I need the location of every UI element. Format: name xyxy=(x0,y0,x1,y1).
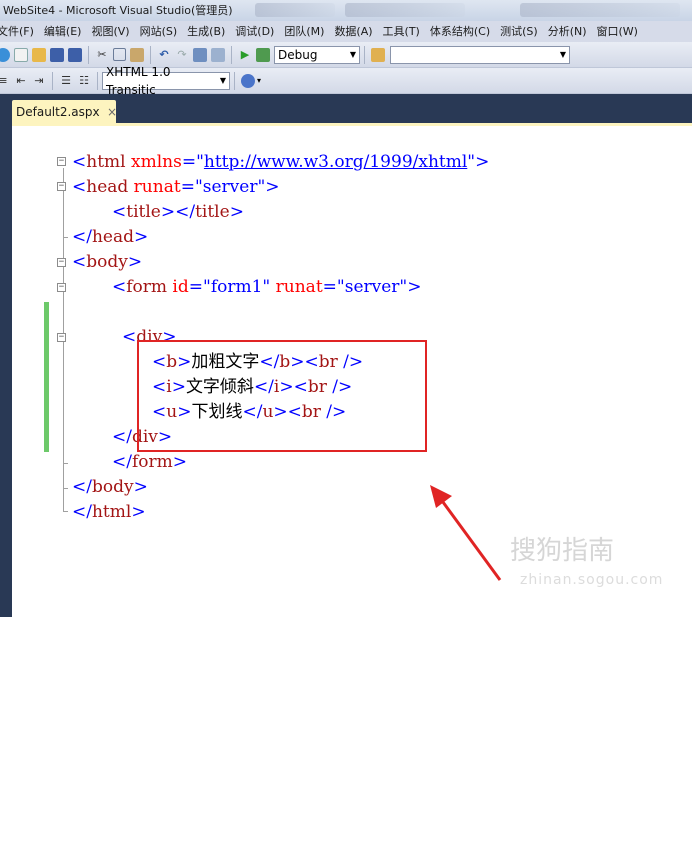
code-line-6: <form id="form1" runat="server"> xyxy=(112,277,422,297)
collapse-head-icon[interactable]: − xyxy=(57,182,66,191)
collapse-html-icon[interactable]: − xyxy=(57,157,66,166)
code-line-4: </head> xyxy=(72,227,149,247)
chevron-down-icon: ▼ xyxy=(349,49,356,59)
menu-architecture[interactable]: 体系结构(C) xyxy=(425,21,495,42)
code-line-12: </form> xyxy=(112,452,188,472)
copy-icon[interactable] xyxy=(113,48,126,61)
check-accessibility-icon[interactable] xyxy=(241,73,255,88)
annotation-highlight-box xyxy=(137,340,427,452)
chevron-down-icon: ▼ xyxy=(559,49,566,59)
save-icon[interactable] xyxy=(50,47,64,62)
toolbar-separator xyxy=(150,45,151,64)
menu-build[interactable]: 生成(B) xyxy=(182,21,230,42)
menu-bar: 文件(F) 编辑(E) 视图(V) 网站(S) 生成(B) 调试(D) 团队(M… xyxy=(0,21,692,42)
toolbar-separator xyxy=(364,45,365,64)
menu-file[interactable]: 文件(F) xyxy=(0,21,39,42)
code-line-14: </html> xyxy=(72,502,146,522)
uncomment-icon[interactable]: ☷ xyxy=(77,74,91,88)
menu-view[interactable]: 视图(V) xyxy=(86,21,134,42)
cut-icon[interactable]: ✂ xyxy=(95,48,109,62)
outline-end-tick xyxy=(63,511,68,512)
blurred-region xyxy=(520,3,680,17)
collapse-form-icon[interactable]: − xyxy=(57,283,66,292)
window-title: WebSite4 - Microsoft Visual Studio(管理员) xyxy=(3,4,233,17)
menu-tools[interactable]: 工具(T) xyxy=(378,21,425,42)
menu-team[interactable]: 团队(M) xyxy=(279,21,329,42)
code-line-13: </body> xyxy=(72,477,148,497)
code-line-3: <title></title> xyxy=(112,202,244,222)
blurred-region xyxy=(345,3,465,17)
xmlns-link[interactable]: http://www.w3.org/1999/xhtml xyxy=(204,152,467,172)
menu-test[interactable]: 测试(S) xyxy=(495,21,543,42)
menu-analyze[interactable]: 分析(N) xyxy=(543,21,592,42)
find-icon[interactable] xyxy=(256,47,270,62)
blurred-region xyxy=(255,3,335,17)
code-line-1: <html xmlns="http://www.w3.org/1999/xhtm… xyxy=(72,152,490,172)
redo-icon[interactable]: ↷ xyxy=(175,48,189,62)
toolbar-separator xyxy=(231,45,232,64)
menu-website[interactable]: 网站(S) xyxy=(135,21,183,42)
html-source-toolbar: ≡ ⇤ ⇥ ☰ ☷ XHTML 1.0 Transitic ▼ ▾ xyxy=(0,65,692,97)
standard-toolbar: ✂ ↶ ↷ ▶ Debug ▼ ▼ xyxy=(0,42,692,68)
increase-indent-icon[interactable]: ⇥ xyxy=(32,74,46,88)
outline-end-tick xyxy=(63,237,68,238)
outdent-icon[interactable]: ⇤ xyxy=(14,74,28,88)
doctype-dropdown[interactable]: XHTML 1.0 Transitic ▼ xyxy=(102,65,230,97)
toolbar-separator xyxy=(88,45,89,64)
solution-config-dropdown[interactable]: Debug ▼ xyxy=(274,45,360,64)
add-item-icon[interactable] xyxy=(14,47,28,62)
tab-label: Default2.aspx xyxy=(16,105,100,119)
code-line-5: <body> xyxy=(72,252,143,272)
collapse-body-icon[interactable]: − xyxy=(57,258,66,267)
open-file-icon[interactable] xyxy=(32,47,46,62)
find-combo-box[interactable]: ▼ xyxy=(390,45,570,64)
outline-end-tick xyxy=(63,463,68,464)
watermark-logo: 搜狗指南 xyxy=(510,530,614,567)
save-all-icon[interactable] xyxy=(68,47,82,62)
tab-default2-aspx[interactable]: Default2.aspx × xyxy=(12,100,117,124)
outline-end-tick xyxy=(63,488,68,489)
watermark-url: zhinan.sogou.com xyxy=(520,572,664,588)
indent-icon[interactable]: ≡ xyxy=(0,74,10,88)
menu-data[interactable]: 数据(A) xyxy=(329,21,377,42)
window-title-bar: WebSite4 - Microsoft Visual Studio(管理员) xyxy=(0,0,692,21)
chevron-down-icon[interactable]: ▾ xyxy=(257,76,261,85)
menu-window[interactable]: 窗口(W) xyxy=(592,21,643,42)
menu-edit[interactable]: 编辑(E) xyxy=(39,21,87,42)
navigate-icon[interactable] xyxy=(193,47,207,62)
toolbar-separator xyxy=(52,71,53,90)
comment-icon[interactable]: ☰ xyxy=(59,74,73,88)
chevron-down-icon: ▼ xyxy=(219,75,226,85)
collapse-div-icon[interactable]: − xyxy=(57,333,66,342)
menu-debug[interactable]: 调试(D) xyxy=(230,21,279,42)
watermark-text: 搜狗指南 xyxy=(510,536,615,566)
code-line-2: <head runat="server"> xyxy=(72,177,280,197)
code-text: <html xmlns="http://www.w3.org/1999/xhtm… xyxy=(70,150,489,850)
browse-icon[interactable] xyxy=(211,47,225,62)
left-frame-gutter xyxy=(0,124,12,617)
close-icon[interactable]: × xyxy=(107,100,117,124)
find-in-files-icon[interactable] xyxy=(371,47,385,62)
paste-icon[interactable] xyxy=(130,47,144,62)
solution-config-value: Debug xyxy=(278,47,318,62)
toolbar-separator xyxy=(234,71,235,90)
undo-icon[interactable]: ↶ xyxy=(157,48,171,62)
document-tab-strip: Default2.aspx × xyxy=(0,98,692,124)
change-indicator-bar xyxy=(44,302,49,452)
start-debug-icon[interactable]: ▶ xyxy=(238,48,252,62)
new-project-icon[interactable] xyxy=(0,47,10,62)
toolbar-separator xyxy=(97,71,98,90)
